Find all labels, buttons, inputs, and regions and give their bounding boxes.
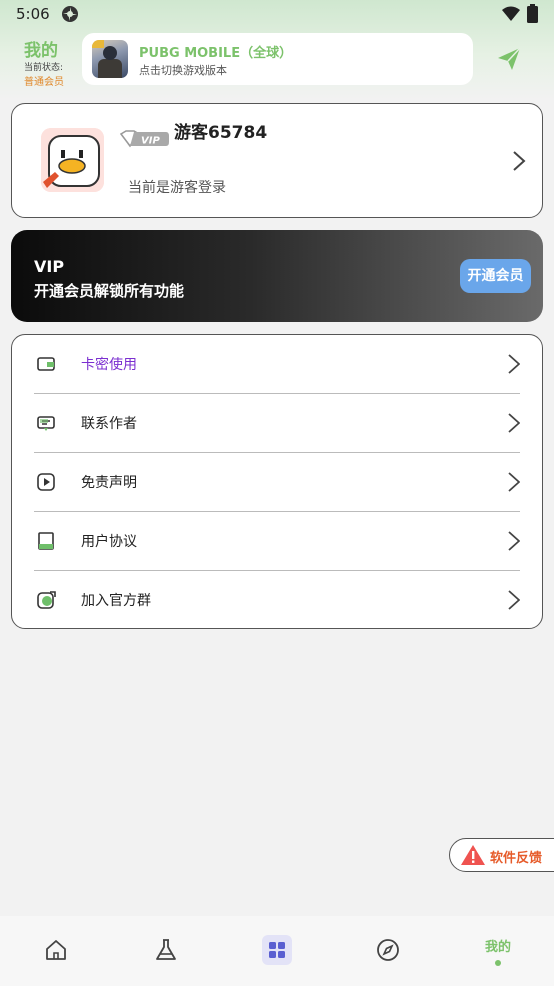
current-state-label: 当前状态: (24, 63, 64, 73)
menu-item-label: 联系作者 (81, 416, 137, 432)
status-time: 5:06 (16, 5, 50, 23)
nav-lab[interactable] (111, 916, 221, 986)
active-indicator-dot (495, 960, 501, 966)
send-icon[interactable] (496, 46, 522, 72)
grid-icon (269, 942, 285, 958)
menu-item-label: 加入官方群 (81, 593, 151, 609)
menu-item-disclaimer[interactable]: 免责声明 (12, 453, 542, 512)
chevron-right-icon (508, 472, 520, 492)
chevron-right-icon (508, 413, 520, 433)
member-level: 普通会员 (24, 77, 64, 88)
home-icon (46, 940, 66, 960)
menu-item-card-code[interactable]: 卡密使用 (12, 335, 542, 394)
chevron-right-icon (508, 531, 520, 551)
menu-list: 卡密使用 联系作者 免责声明 用户协议 加入官方群 (11, 334, 543, 629)
login-state: 当前是游客登录 (128, 180, 226, 196)
settings-status-icon (62, 6, 78, 22)
svg-text:VIP: VIP (141, 136, 160, 147)
page-title: 我的 (24, 41, 58, 61)
feedback-button[interactable]: 软件反馈 (449, 838, 554, 872)
chevron-right-icon (508, 590, 520, 610)
menu-item-label: 免责声明 (81, 475, 137, 491)
menu-item-label: 卡密使用 (81, 357, 137, 373)
nav-apps[interactable] (222, 916, 332, 986)
vip-description: 开通会员解锁所有功能 (34, 282, 185, 300)
status-bar: 5:06 (0, 0, 554, 28)
avatar[interactable] (41, 128, 104, 192)
profile-card[interactable]: VIP 游客65784 当前是游客登录 (11, 103, 543, 218)
play-icon (37, 473, 55, 491)
username: 游客65784 (174, 123, 268, 143)
game-name: PUBG MOBILE（全球） (139, 46, 293, 61)
wifi-icon (502, 6, 520, 21)
nav-discover[interactable] (333, 916, 443, 986)
vip-badge: VIP (120, 130, 169, 148)
menu-item-user-agreement[interactable]: 用户协议 (12, 512, 542, 571)
nav-mine[interactable]: 我的 (443, 916, 553, 986)
nav-mine-label: 我的 (484, 940, 511, 955)
book-icon (38, 532, 54, 550)
duck-avatar-icon (41, 128, 104, 192)
warning-icon (461, 845, 485, 865)
flask-icon (156, 939, 176, 960)
bottom-nav: 我的 (0, 916, 554, 986)
menu-item-join-group[interactable]: 加入官方群 (12, 571, 542, 630)
nav-home[interactable] (1, 916, 111, 986)
game-switch-card[interactable]: PUBG MOBILE（全球） 点击切换游戏版本 (82, 33, 473, 85)
vip-banner: VIP 开通会员解锁所有功能 开通会员 (11, 230, 543, 322)
feedback-label: 软件反馈 (490, 851, 543, 866)
wallet-icon (37, 357, 55, 371)
battery-icon (527, 4, 538, 23)
chevron-right-icon (513, 151, 526, 171)
menu-item-label: 用户协议 (81, 534, 137, 550)
vip-title: VIP (34, 257, 65, 276)
game-switch-hint: 点击切换游戏版本 (139, 64, 227, 77)
menu-item-contact-author[interactable]: 联系作者 (12, 394, 542, 453)
compass-icon (377, 939, 399, 961)
pubg-game-icon (92, 40, 128, 78)
group-icon (37, 591, 56, 609)
open-membership-button[interactable]: 开通会员 (460, 259, 531, 293)
chevron-right-icon (508, 354, 520, 374)
chat-icon (37, 416, 55, 431)
